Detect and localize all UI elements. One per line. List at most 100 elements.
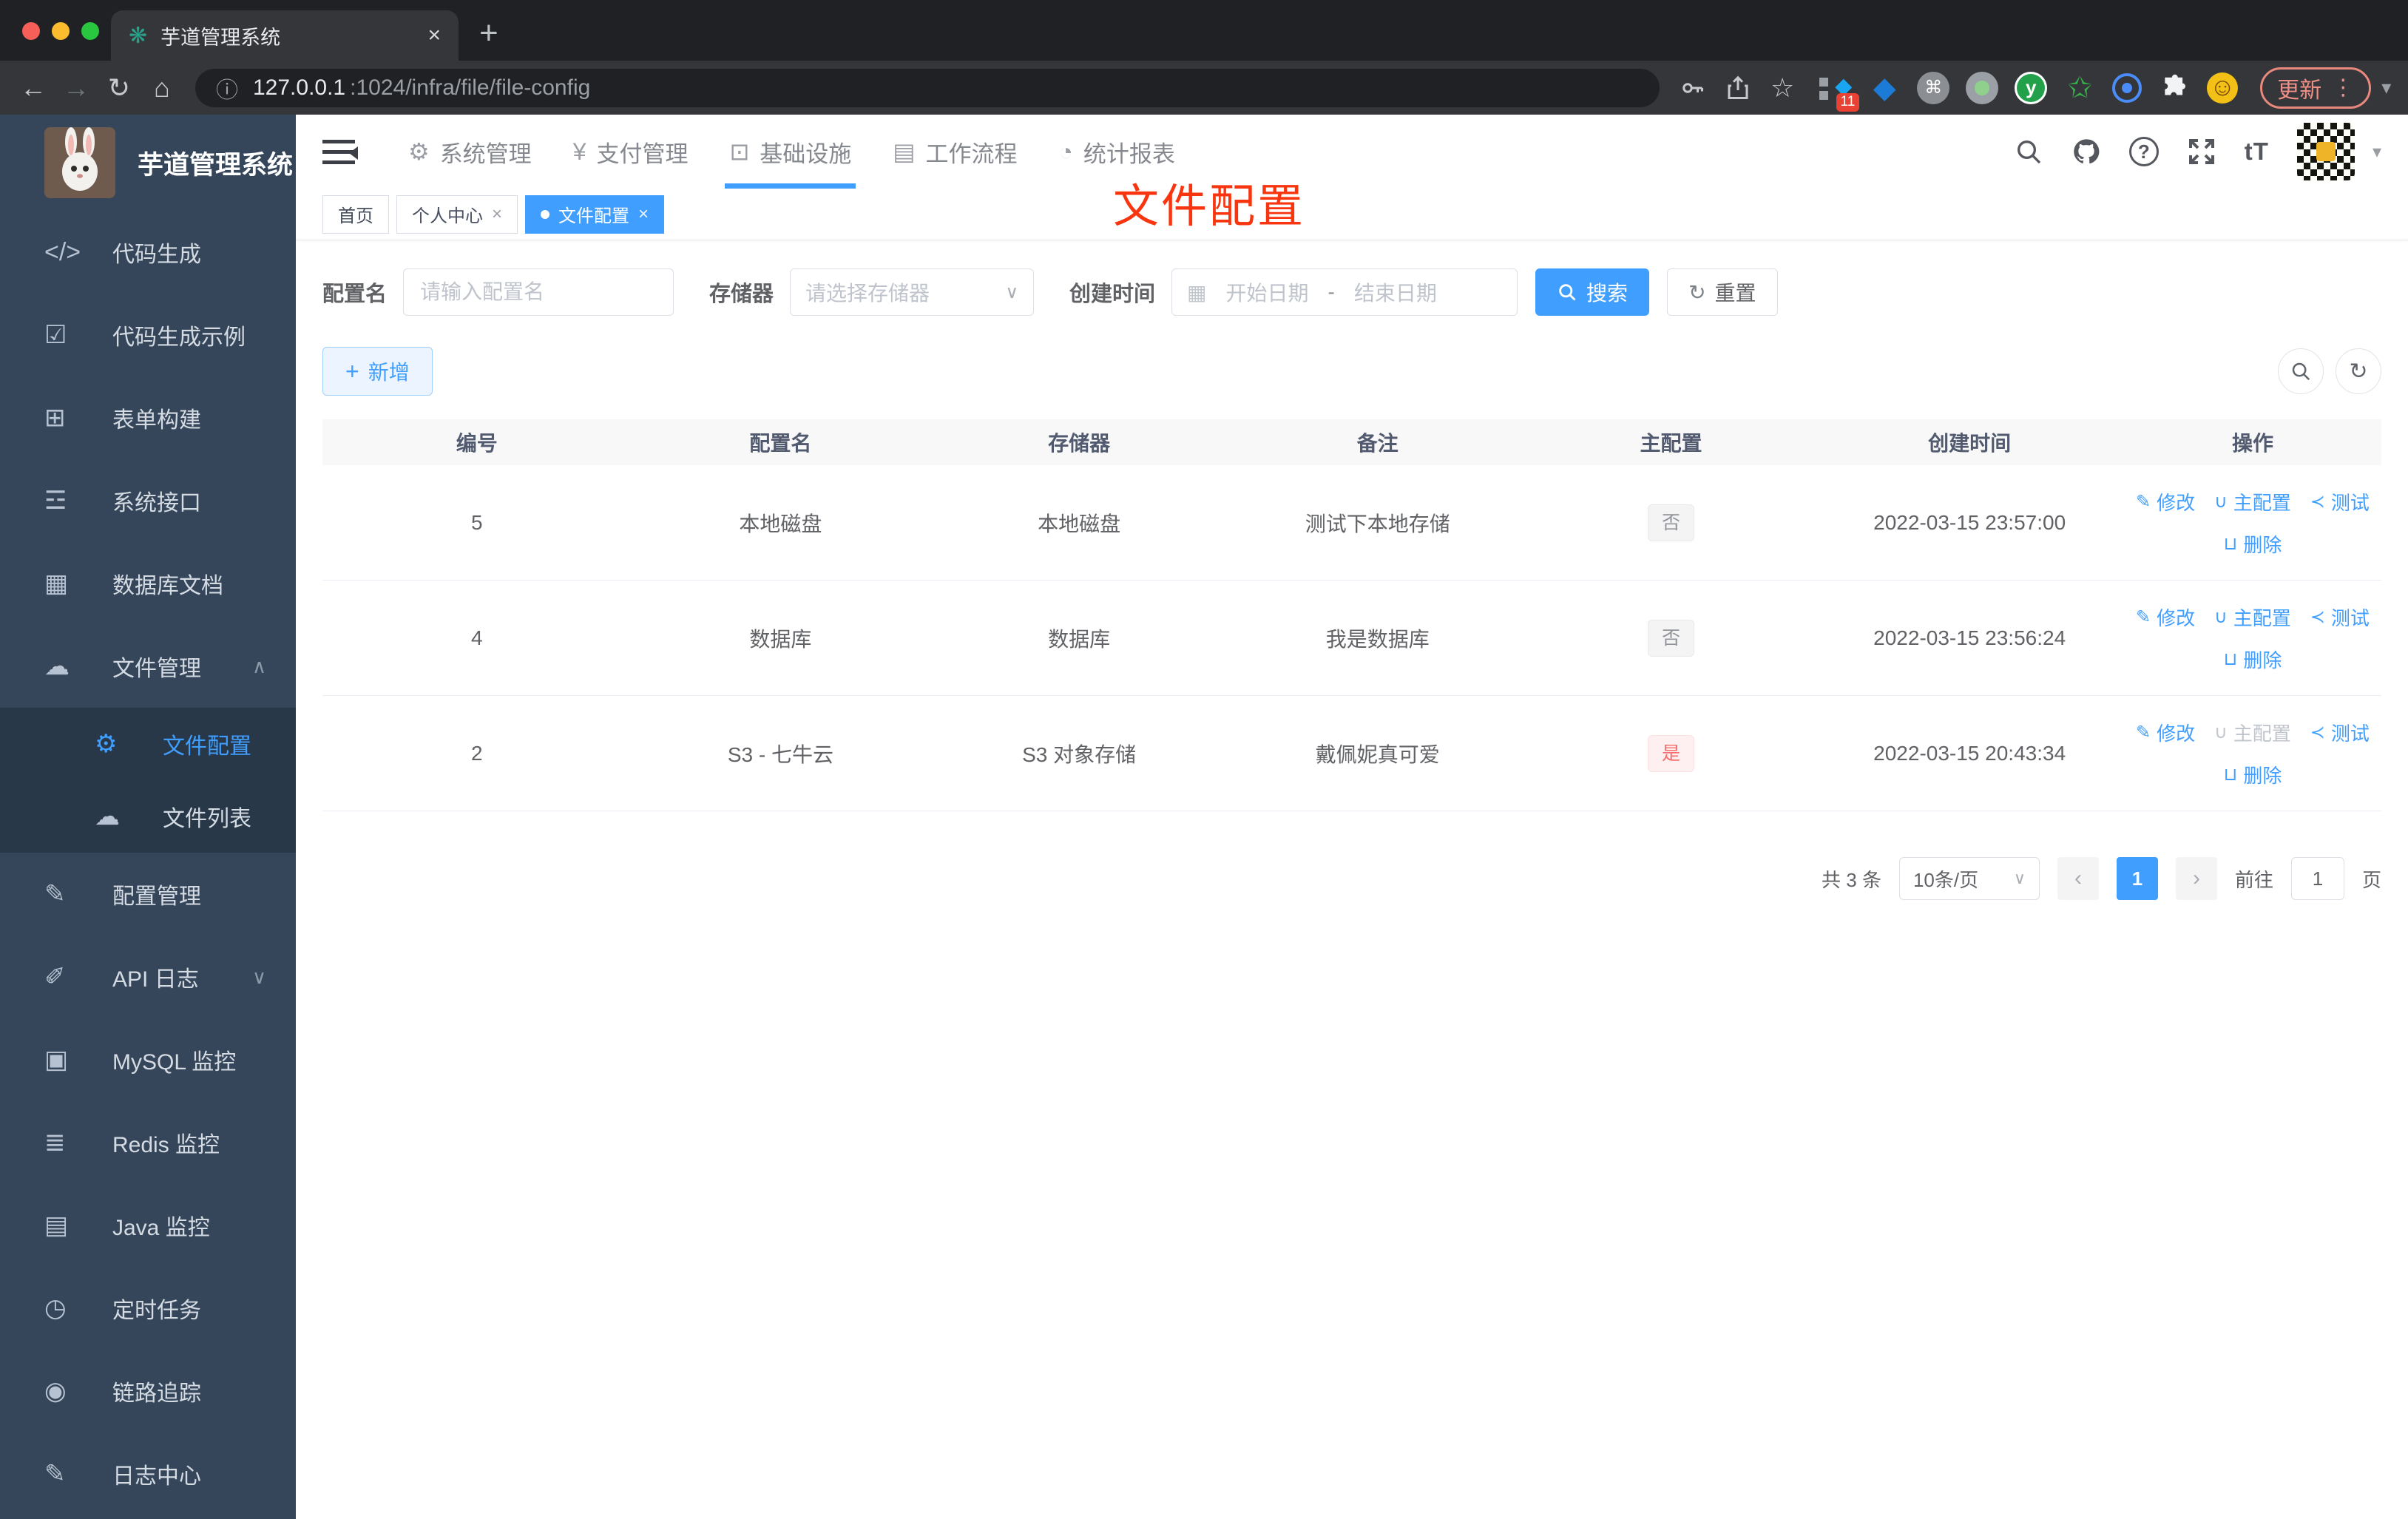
config-name-input[interactable] xyxy=(403,268,674,316)
sidebar-collapse-icon[interactable] xyxy=(322,139,358,164)
reset-button[interactable]: ↻ 重置 xyxy=(1667,268,1778,316)
site-info-icon[interactable]: ⓘ xyxy=(216,72,238,104)
sidebar-item-file-management[interactable]: ☁ 文件管理 ∧ xyxy=(0,625,296,708)
tag-file-config[interactable]: 文件配置 × xyxy=(525,194,665,234)
tag-home[interactable]: 首页 xyxy=(322,194,389,234)
sidebar-item-form-builder[interactable]: ⊞ 表单构建 xyxy=(0,376,296,459)
nav-item-infrastructure[interactable]: ⊡ 基础设施 xyxy=(708,115,872,189)
window-minimize-button[interactable] xyxy=(52,22,70,40)
chrome-caret-icon[interactable]: ▾ xyxy=(2381,76,2391,99)
sidebar-item-code-generation[interactable]: </> 代码生成 xyxy=(0,211,296,294)
sidebar-item-mysql-monitor[interactable]: ▣ MySQL 监控 xyxy=(0,1018,296,1101)
puzzle-extensions-icon[interactable] xyxy=(2158,72,2191,104)
bookmark-star-icon[interactable]: ☆ xyxy=(1771,72,1794,104)
page-size-select[interactable]: 10条/页 ∨ xyxy=(1898,857,2040,900)
edit-action[interactable]: ✎ 修改 xyxy=(2136,603,2195,631)
window-zoom-button[interactable] xyxy=(81,22,99,40)
font-size-icon[interactable]: tT xyxy=(2245,138,2269,166)
edit-action[interactable]: ✎ 修改 xyxy=(2136,719,2195,746)
share-icon[interactable] xyxy=(1725,75,1751,101)
date-start-placeholder[interactable]: 开始日期 xyxy=(1226,277,1309,307)
password-key-icon[interactable] xyxy=(1679,75,1705,101)
sidebar-item-db-doc[interactable]: ▦ 数据库文档 xyxy=(0,542,296,625)
storage-select[interactable]: 请选择存储器 ∨ xyxy=(790,268,1035,316)
sidebar-item-redis-monitor[interactable]: ≣ Redis 监控 xyxy=(0,1101,296,1184)
table-toolbar: + 新增 ↻ xyxy=(322,347,2381,396)
page-1-button[interactable]: 1 xyxy=(2116,857,2158,900)
pagination: 共 3 条 10条/页 ∨ ‹ 1 › 前往 页 xyxy=(322,857,2381,900)
user-menu-caret-icon[interactable]: ▾ xyxy=(2373,141,2381,163)
home-button[interactable]: ⌂ xyxy=(141,72,183,104)
nav-item-workflow[interactable]: ▤ 工作流程 xyxy=(872,115,1038,189)
goto-page-input[interactable] xyxy=(2290,857,2344,900)
magnet-icon: ∪ xyxy=(2214,722,2228,742)
url-bar[interactable]: ⓘ 127.0.0.1 :1024/infra/file/file-config xyxy=(195,68,1660,107)
sidebar-item-scheduled-tasks[interactable]: ◷ 定时任务 xyxy=(0,1267,296,1350)
sidebar-item-java-monitor[interactable]: ▤ Java 监控 xyxy=(0,1184,296,1267)
extensions-area: ◆ 11 ◆ ⌘ y ✩ ☺ xyxy=(1819,71,2239,112)
cell-name: 本地磁盘 xyxy=(739,512,822,535)
browser-tab[interactable]: ❋ 芋道管理系统 × xyxy=(111,10,459,61)
test-action[interactable]: ≺ 测试 xyxy=(2310,719,2370,746)
help-icon[interactable]: ? xyxy=(2128,137,2159,166)
forward-button[interactable]: → xyxy=(55,72,98,104)
sidebar-item-code-demo[interactable]: ☑ 代码生成示例 xyxy=(0,294,296,376)
sidebar-item-file-config[interactable]: ⚙ 文件配置 xyxy=(0,708,296,780)
date-end-placeholder[interactable]: 结束日期 xyxy=(1354,277,1437,307)
table-row: 2 S3 - 七牛云 S3 对象存储 戴佩妮真可爱 是 2022-03-15 2… xyxy=(322,696,2381,811)
tab-close-icon[interactable]: × xyxy=(427,23,441,48)
sidebar-item-system-api[interactable]: ☲ 系统接口 xyxy=(0,459,296,542)
edit-action[interactable]: ✎ 修改 xyxy=(2136,488,2195,515)
kite-extension-icon[interactable]: ◆ xyxy=(1868,72,1901,104)
gray-circle-extension-icon[interactable] xyxy=(1966,71,1999,104)
nav-item-system[interactable]: ⚙ 系统管理 xyxy=(388,115,552,189)
eye-icon: ◉ xyxy=(44,1377,67,1405)
sidebar-item-config-management[interactable]: ✎ 配置管理 xyxy=(0,853,296,936)
github-icon[interactable] xyxy=(2072,137,2101,166)
search-button[interactable]: 搜索 xyxy=(1535,268,1650,316)
layers-icon: ≣ xyxy=(44,1129,66,1157)
nav-item-payment[interactable]: ¥ 支付管理 xyxy=(552,115,709,189)
kebab-menu-icon[interactable]: ⋮ xyxy=(2332,75,2354,101)
sidebar-item-log-center[interactable]: ✎ 日志中心 xyxy=(0,1432,296,1515)
tab-manager-extension-icon[interactable]: ◆ 11 xyxy=(1819,72,1860,112)
add-button[interactable]: + 新增 xyxy=(322,347,433,396)
delete-action[interactable]: ⊔ 删除 xyxy=(2224,530,2282,558)
user-avatar[interactable] xyxy=(2296,123,2355,180)
yen-icon: ¥ xyxy=(572,138,586,165)
test-action[interactable]: ≺ 测试 xyxy=(2310,603,2370,631)
sidebar-item-api-log[interactable]: ✐ API 日志 ∨ xyxy=(0,936,296,1018)
cell-master: 否 xyxy=(1527,619,1816,657)
master-action[interactable]: ∪ 主配置 xyxy=(2214,603,2291,631)
sidebar-item-file-list[interactable]: ☁ 文件列表 xyxy=(0,780,296,853)
eye-extension-icon[interactable] xyxy=(2112,72,2142,103)
master-action[interactable]: ∪ 主配置 xyxy=(2214,488,2291,515)
tag-close-icon[interactable]: × xyxy=(492,204,502,225)
refresh-table-button[interactable]: ↻ xyxy=(2336,348,2381,394)
search-icon[interactable] xyxy=(2014,137,2043,166)
window-close-button[interactable] xyxy=(22,22,40,40)
test-action[interactable]: ≺ 测试 xyxy=(2310,488,2370,515)
reload-button[interactable]: ↻ xyxy=(98,72,141,104)
prev-page-button[interactable]: ‹ xyxy=(2057,857,2099,900)
back-button[interactable]: ← xyxy=(12,72,55,104)
toggle-search-button[interactable] xyxy=(2278,348,2324,394)
date-range-picker[interactable]: ▦ 开始日期 - 结束日期 xyxy=(1171,268,1518,316)
tag-close-icon[interactable]: × xyxy=(638,204,649,225)
next-page-button[interactable]: › xyxy=(2175,857,2217,900)
tag-profile[interactable]: 个人中心 × xyxy=(396,194,518,234)
chrome-update-button[interactable]: 更新 ⋮ xyxy=(2260,67,2372,109)
add-button-label: 新增 xyxy=(368,361,410,384)
share-icon: ≺ xyxy=(2310,722,2325,742)
sidebar-logo[interactable]: 芋道管理系统 xyxy=(0,115,296,211)
fullscreen-icon[interactable] xyxy=(2187,137,2216,166)
sidebar-item-tracing[interactable]: ◉ 链路追踪 xyxy=(0,1350,296,1432)
y-extension-icon[interactable]: y xyxy=(2015,71,2048,104)
new-tab-button[interactable]: + xyxy=(479,15,498,52)
command-extension-icon[interactable]: ⌘ xyxy=(1917,71,1950,104)
emoji-extension-icon[interactable]: ☺ xyxy=(2207,72,2239,104)
delete-action[interactable]: ⊔ 删除 xyxy=(2224,761,2282,788)
edit-icon: ✎ xyxy=(2136,491,2151,512)
green-star-extension-icon[interactable]: ✩ xyxy=(2063,72,2096,104)
delete-action[interactable]: ⊔ 删除 xyxy=(2224,646,2282,673)
